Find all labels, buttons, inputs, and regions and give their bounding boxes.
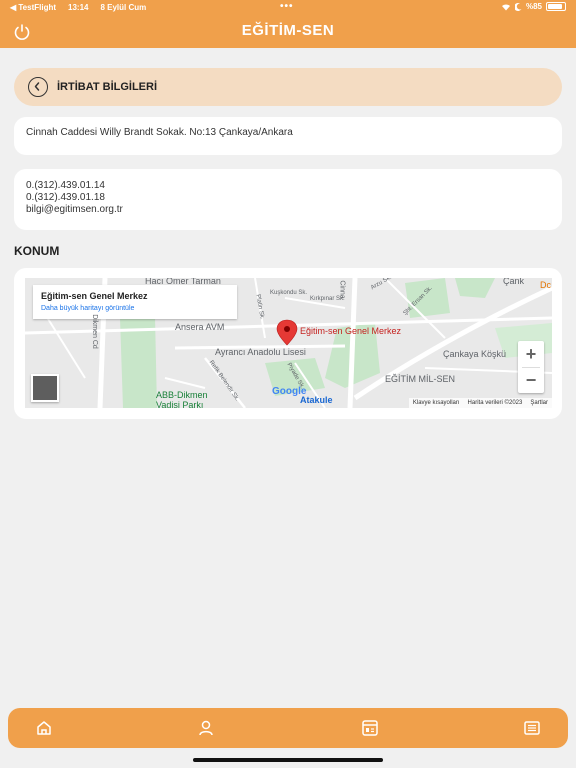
address-text: Cinnah Caddesi Willy Brandt Sokak. No:13… (26, 127, 293, 138)
status-time: 13:14 (68, 3, 89, 12)
keyboard-shortcuts-link[interactable]: Klavye kısayolları (413, 400, 460, 406)
section-title: İRTİBAT BİLGİLERİ (57, 81, 158, 93)
map-label-marker: Eğitim-sen Genel Merkez (300, 326, 402, 336)
map-label-kirkpinar: Kırkpınar Sk. (310, 296, 345, 302)
map-label-vadisi: Vadisi Parkı (156, 400, 204, 408)
map-label-milsen: EĞİTİM MİL-SEN (385, 374, 456, 384)
newspaper-icon[interactable] (522, 718, 542, 738)
map-label-cank: Çank (503, 278, 525, 286)
email-link[interactable]: bilgi@egitimsen.org.tr (26, 204, 123, 215)
map-card: Eğitim-sen Genel Merkez Daha büyük harit… (14, 268, 562, 419)
home-indicator[interactable] (193, 758, 383, 762)
map-label-dikmen-cd: Dikmen Cd (90, 314, 98, 349)
map-footer: Klavye kısayolları Harita verileri ©2023… (408, 398, 552, 408)
bottom-tab-bar (8, 708, 568, 748)
user-icon[interactable] (196, 718, 216, 738)
battery-percent: %85 (525, 2, 542, 11)
status-bar: ◀ TestFlight 13:14 8 Eylül Cum ••• %85 (0, 0, 576, 14)
news-grid-icon[interactable] (360, 718, 380, 738)
address-card: Cinnah Caddesi Willy Brandt Sokak. No:13… (14, 117, 562, 155)
zoom-in-button[interactable]: + (518, 341, 544, 367)
section-header: İRTİBAT BİLGİLERİ (14, 68, 562, 106)
wifi-icon (501, 3, 510, 11)
zoom-out-button[interactable]: − (518, 367, 544, 393)
app-header: ◀ TestFlight 13:14 8 Eylül Cum ••• %85 E… (0, 0, 576, 48)
map-data-credit: Harita verileri ©2023 (467, 400, 523, 406)
back-button[interactable] (28, 77, 48, 97)
location-title: KONUM (14, 244, 60, 258)
satellite-thumbnail[interactable] (31, 374, 59, 402)
phone-1[interactable]: 0.(312).439.01.14 (26, 180, 105, 191)
moon-icon (514, 2, 522, 11)
map-label-ayranci: Ayrancı Anadolu Lisesi (215, 347, 306, 357)
terms-link[interactable]: Şartlar (530, 400, 548, 406)
contact-card: 0.(312).439.01.14 0.(312).439.01.18 bilg… (14, 169, 562, 230)
map-info-title: Eğitim-sen Genel Merkez (41, 291, 148, 301)
multitasking-dots[interactable]: ••• (280, 1, 294, 12)
map-label-ansera: Ansera AVM (175, 322, 225, 332)
home-icon[interactable] (34, 718, 54, 738)
map-label-haci-omer: Hacı Ömer Tarman (145, 278, 221, 286)
battery-icon (546, 2, 566, 11)
zoom-controls: + − (518, 341, 544, 393)
chevron-left-icon (34, 82, 40, 91)
map-label-abb: ABB-Dikmen (156, 390, 208, 400)
status-date: 8 Eylül Cum (100, 3, 147, 12)
map-label-cankaya-kosku: Çankaya Köşkü (443, 349, 507, 359)
embedded-map[interactable]: Eğitim-sen Genel Merkez Daha büyük harit… (25, 278, 552, 408)
map-label-dc: Dc (540, 280, 551, 290)
app-title: EĞİTİM-SEN (241, 22, 335, 39)
map-label-kuskondu: Kuşkondu Sk. (270, 290, 308, 296)
larger-map-link[interactable]: Daha büyük haritayı görüntüle (41, 305, 134, 312)
back-to-testflight[interactable]: ◀ TestFlight (10, 3, 56, 12)
map-info-window: Eğitim-sen Genel Merkez Daha büyük harit… (33, 285, 237, 319)
google-logo: Google (272, 386, 307, 397)
phone-2[interactable]: 0.(312).439.01.18 (26, 192, 105, 203)
